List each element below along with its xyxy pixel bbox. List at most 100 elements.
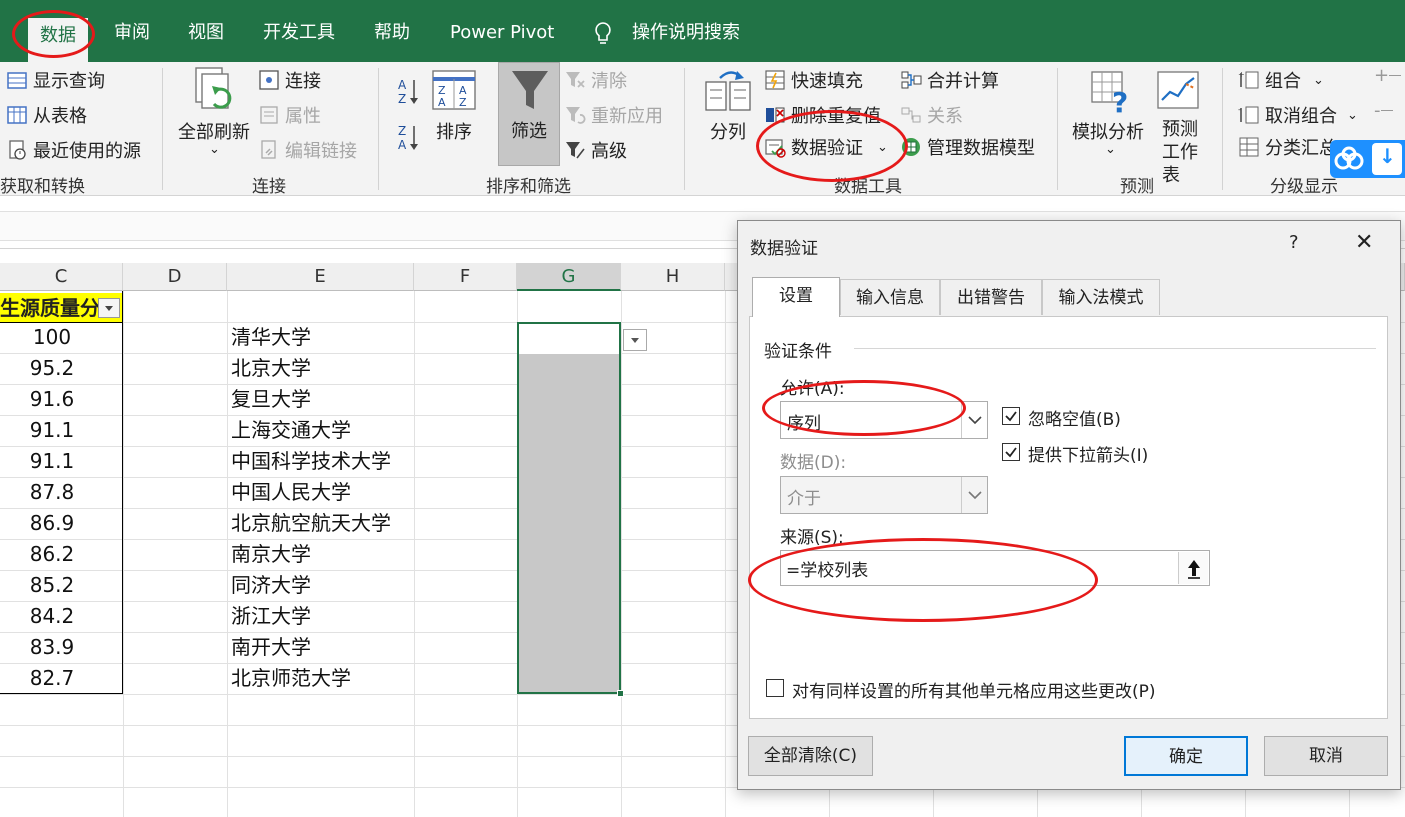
edit-links-button[interactable]: 编辑链接 xyxy=(258,137,357,163)
what-if-dropdown-arrow-icon[interactable]: ⌄ xyxy=(1105,142,1116,157)
score-cell[interactable]: 91.1 xyxy=(0,415,104,446)
score-cell[interactable]: 91.1 xyxy=(0,446,104,477)
school-cell[interactable]: 北京航空航天大学 xyxy=(231,508,391,539)
tab-view[interactable]: 视图 xyxy=(188,14,224,52)
score-cell[interactable]: 95.2 xyxy=(0,353,104,384)
apply-all-checkbox[interactable] xyxy=(766,679,784,697)
clear-filter-button[interactable]: 清除 xyxy=(564,67,627,93)
col-header-g[interactable]: G xyxy=(517,263,621,291)
hide-detail-icon[interactable]: - xyxy=(1374,100,1393,121)
what-if-analysis-button[interactable]: 模拟分析 xyxy=(1072,118,1144,144)
clear-all-button[interactable]: 全部清除(C) xyxy=(748,736,873,776)
school-cell[interactable]: 中国人民大学 xyxy=(231,477,351,508)
sort-za-icon[interactable]: ZA xyxy=(396,122,420,154)
score-cell[interactable]: 87.8 xyxy=(0,477,104,508)
chevron-down-icon[interactable] xyxy=(961,477,987,513)
tab-input-message[interactable]: 输入信息 xyxy=(840,279,940,315)
group-button[interactable]: + 组合 ⌄ xyxy=(1238,67,1324,93)
manage-data-model-button[interactable]: 管理数据模型 xyxy=(900,134,1035,160)
connections-button[interactable]: 连接 xyxy=(258,67,321,93)
source-input[interactable]: =学校列表 xyxy=(780,550,1210,586)
fill-handle[interactable] xyxy=(617,690,624,697)
score-cell[interactable]: 84.2 xyxy=(0,601,104,632)
help-icon[interactable]: ? xyxy=(1289,232,1299,253)
col-header-f[interactable]: F xyxy=(414,263,517,291)
allow-select[interactable]: 序列 xyxy=(780,401,988,439)
school-cell[interactable]: 北京师范大学 xyxy=(231,663,351,694)
active-cell[interactable] xyxy=(519,324,619,354)
sort-button[interactable]: 排序 xyxy=(436,118,472,144)
remove-duplicates-button[interactable]: 删除重复值 xyxy=(764,102,881,128)
ok-button[interactable]: 确定 xyxy=(1124,736,1248,776)
advanced-filter-button[interactable]: 高级 xyxy=(564,137,627,163)
tab-ime-mode[interactable]: 输入法模式 xyxy=(1042,279,1160,315)
flash-fill-button[interactable]: 快速填充 xyxy=(764,67,863,93)
score-cell[interactable]: 91.6 xyxy=(0,384,104,415)
selected-range-g[interactable] xyxy=(517,322,621,694)
score-cell[interactable]: 85.2 xyxy=(0,570,104,601)
show-queries-button[interactable]: 显示查询 xyxy=(6,67,105,93)
forecast-sheet-button[interactable]: 预测工作表 xyxy=(1162,118,1198,187)
baidu-netdisk-widget[interactable]: ↓ xyxy=(1330,140,1405,178)
in-cell-dropdown-checkbox[interactable] xyxy=(1002,443,1020,461)
in-cell-dropdown-label[interactable]: 提供下拉箭头(I) xyxy=(1028,441,1148,466)
collapse-dialog-icon[interactable] xyxy=(1178,552,1208,584)
subtotal-button[interactable]: 分类汇总 xyxy=(1238,134,1337,160)
filter-button[interactable]: 筛选 xyxy=(498,62,560,166)
cancel-button[interactable]: 取消 xyxy=(1264,736,1388,776)
data-validation-button[interactable]: 数据验证 ⌄ xyxy=(764,134,888,160)
tab-help[interactable]: 帮助 xyxy=(374,14,410,52)
from-table-button[interactable]: 从表格 xyxy=(6,102,87,128)
cell-dropdown-arrow-icon[interactable] xyxy=(623,329,647,351)
close-icon[interactable]: ✕ xyxy=(1355,230,1373,255)
col-header-c[interactable]: C xyxy=(0,263,123,291)
consolidate-button[interactable]: 合并计算 xyxy=(900,67,999,93)
score-cell[interactable]: 83.9 xyxy=(0,632,104,663)
show-queries-label: 显示查询 xyxy=(33,71,105,92)
score-cell[interactable]: 86.2 xyxy=(0,539,104,570)
tab-review[interactable]: 审阅 xyxy=(114,14,150,52)
score-cell[interactable]: 86.9 xyxy=(0,508,104,539)
school-cell[interactable]: 南开大学 xyxy=(231,632,311,663)
sort-az-icon[interactable]: AZ xyxy=(396,76,420,108)
col-header-d[interactable]: D xyxy=(123,263,227,291)
col-header-h[interactable]: H xyxy=(621,263,725,291)
score-cell[interactable]: 100 xyxy=(0,322,104,353)
refresh-all-button[interactable]: 全部刷新 xyxy=(178,118,250,144)
recent-sources-button[interactable]: 最近使用的源 xyxy=(6,137,141,163)
reapply-button[interactable]: 重新应用 xyxy=(564,102,663,128)
school-cell[interactable]: 上海交通大学 xyxy=(231,415,351,446)
chevron-down-icon[interactable]: ⌄ xyxy=(877,140,888,155)
relationships-button[interactable]: 关系 xyxy=(900,102,963,128)
apply-all-label[interactable]: 对有同样设置的所有其他单元格应用这些更改(P) xyxy=(792,677,1156,702)
school-cell[interactable]: 南京大学 xyxy=(231,539,311,570)
school-cell[interactable]: 同济大学 xyxy=(231,570,311,601)
ungroup-button[interactable]: - 取消组合 ⌄ xyxy=(1238,102,1358,128)
tell-me-search[interactable]: 操作说明搜索 xyxy=(632,14,740,52)
group-separator xyxy=(378,68,379,190)
data-operator-select[interactable]: 介于 xyxy=(780,476,988,514)
school-cell[interactable]: 北京大学 xyxy=(231,353,311,384)
refresh-dropdown-arrow-icon[interactable]: ⌄ xyxy=(209,142,220,157)
tab-settings[interactable]: 设置 xyxy=(752,277,840,317)
tab-developer[interactable]: 开发工具 xyxy=(263,14,335,52)
chevron-down-icon[interactable]: ⌄ xyxy=(1313,73,1324,88)
tab-data[interactable]: 数据 xyxy=(28,18,88,62)
school-cell[interactable]: 复旦大学 xyxy=(231,384,311,415)
score-cell[interactable]: 82.7 xyxy=(0,663,104,694)
properties-button[interactable]: 属性 xyxy=(258,102,321,128)
data-validation-label: 数据验证 xyxy=(791,138,863,159)
show-detail-icon[interactable]: + xyxy=(1374,65,1402,86)
school-cell[interactable]: 清华大学 xyxy=(231,322,311,353)
autofilter-dropdown-icon[interactable] xyxy=(98,298,120,318)
ignore-blank-checkbox[interactable] xyxy=(1002,407,1020,425)
col-header-e[interactable]: E xyxy=(227,263,414,291)
text-to-columns-button[interactable]: 分列 xyxy=(710,118,746,144)
tab-power-pivot[interactable]: Power Pivot xyxy=(450,14,554,52)
school-cell[interactable]: 浙江大学 xyxy=(231,601,311,632)
ignore-blank-label[interactable]: 忽略空值(B) xyxy=(1028,405,1121,430)
tab-error-alert[interactable]: 出错警告 xyxy=(940,279,1042,315)
chevron-down-icon[interactable] xyxy=(961,402,987,438)
chevron-down-icon[interactable]: ⌄ xyxy=(1347,108,1358,123)
school-cell[interactable]: 中国科学技术大学 xyxy=(231,446,391,477)
